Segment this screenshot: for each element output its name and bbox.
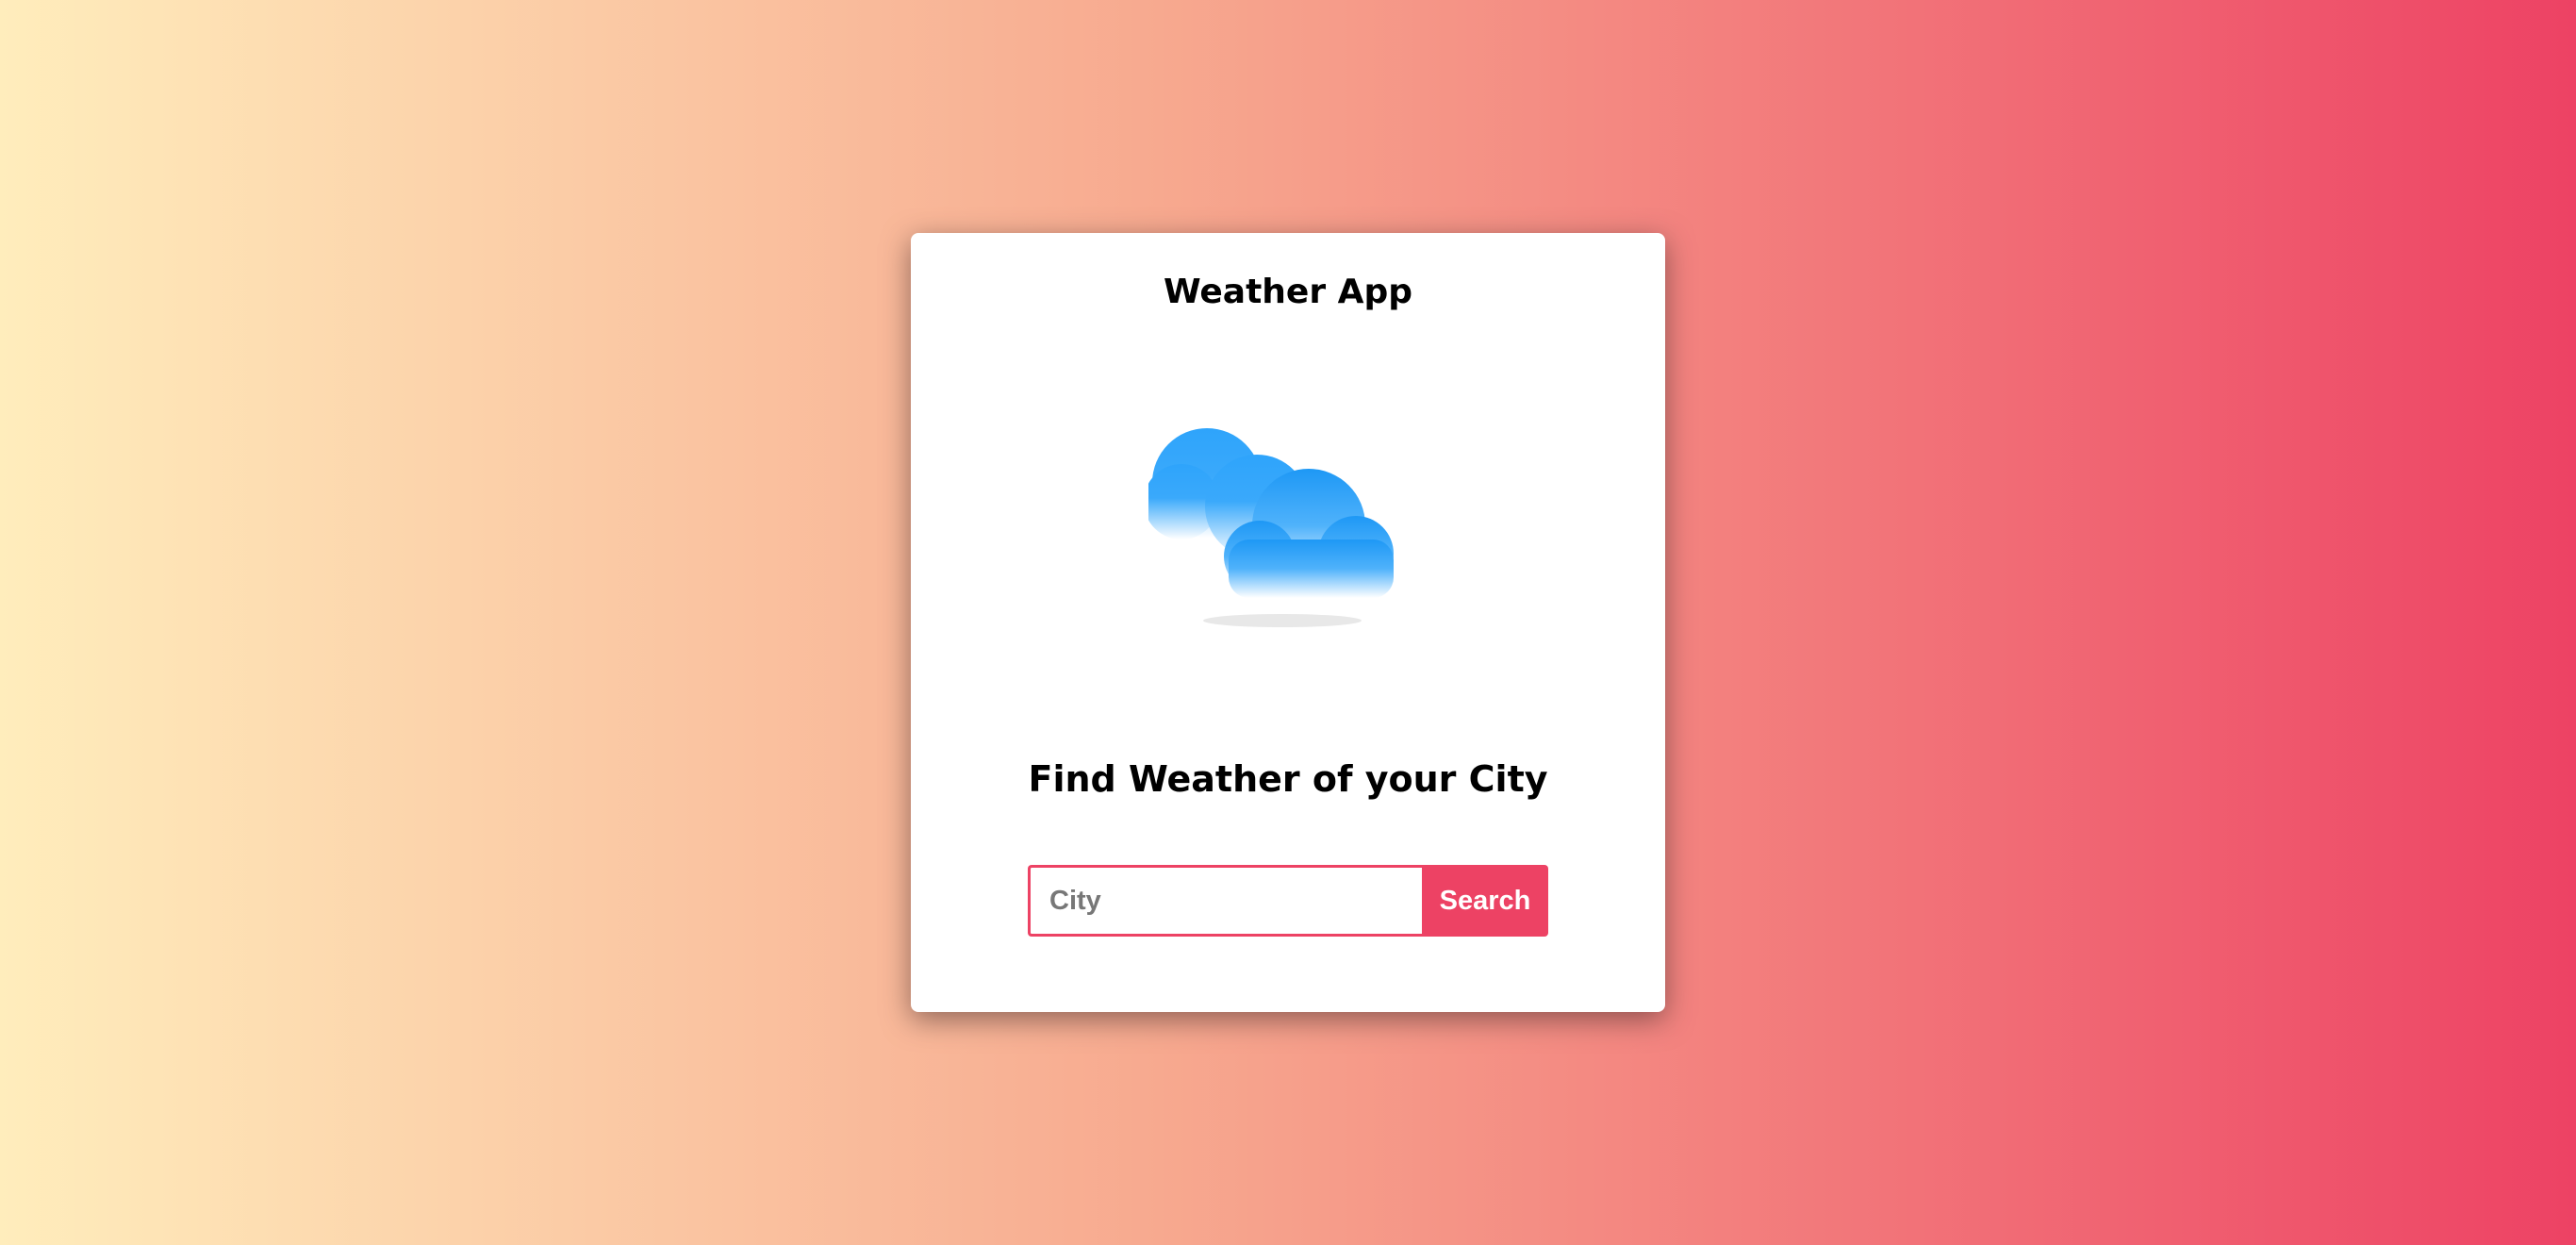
search-button[interactable]: Search — [1422, 865, 1548, 937]
search-form: Search — [1028, 865, 1548, 937]
app-title: Weather App — [1163, 273, 1413, 311]
weather-card: Weather App Find Weather of your City Ci… — [911, 233, 1665, 1012]
city-input[interactable] — [1028, 865, 1422, 937]
page-subtitle: Find Weather of your City — [1028, 758, 1548, 800]
cloud-icon — [1148, 428, 1394, 627]
cloud-shadow — [1203, 614, 1362, 627]
